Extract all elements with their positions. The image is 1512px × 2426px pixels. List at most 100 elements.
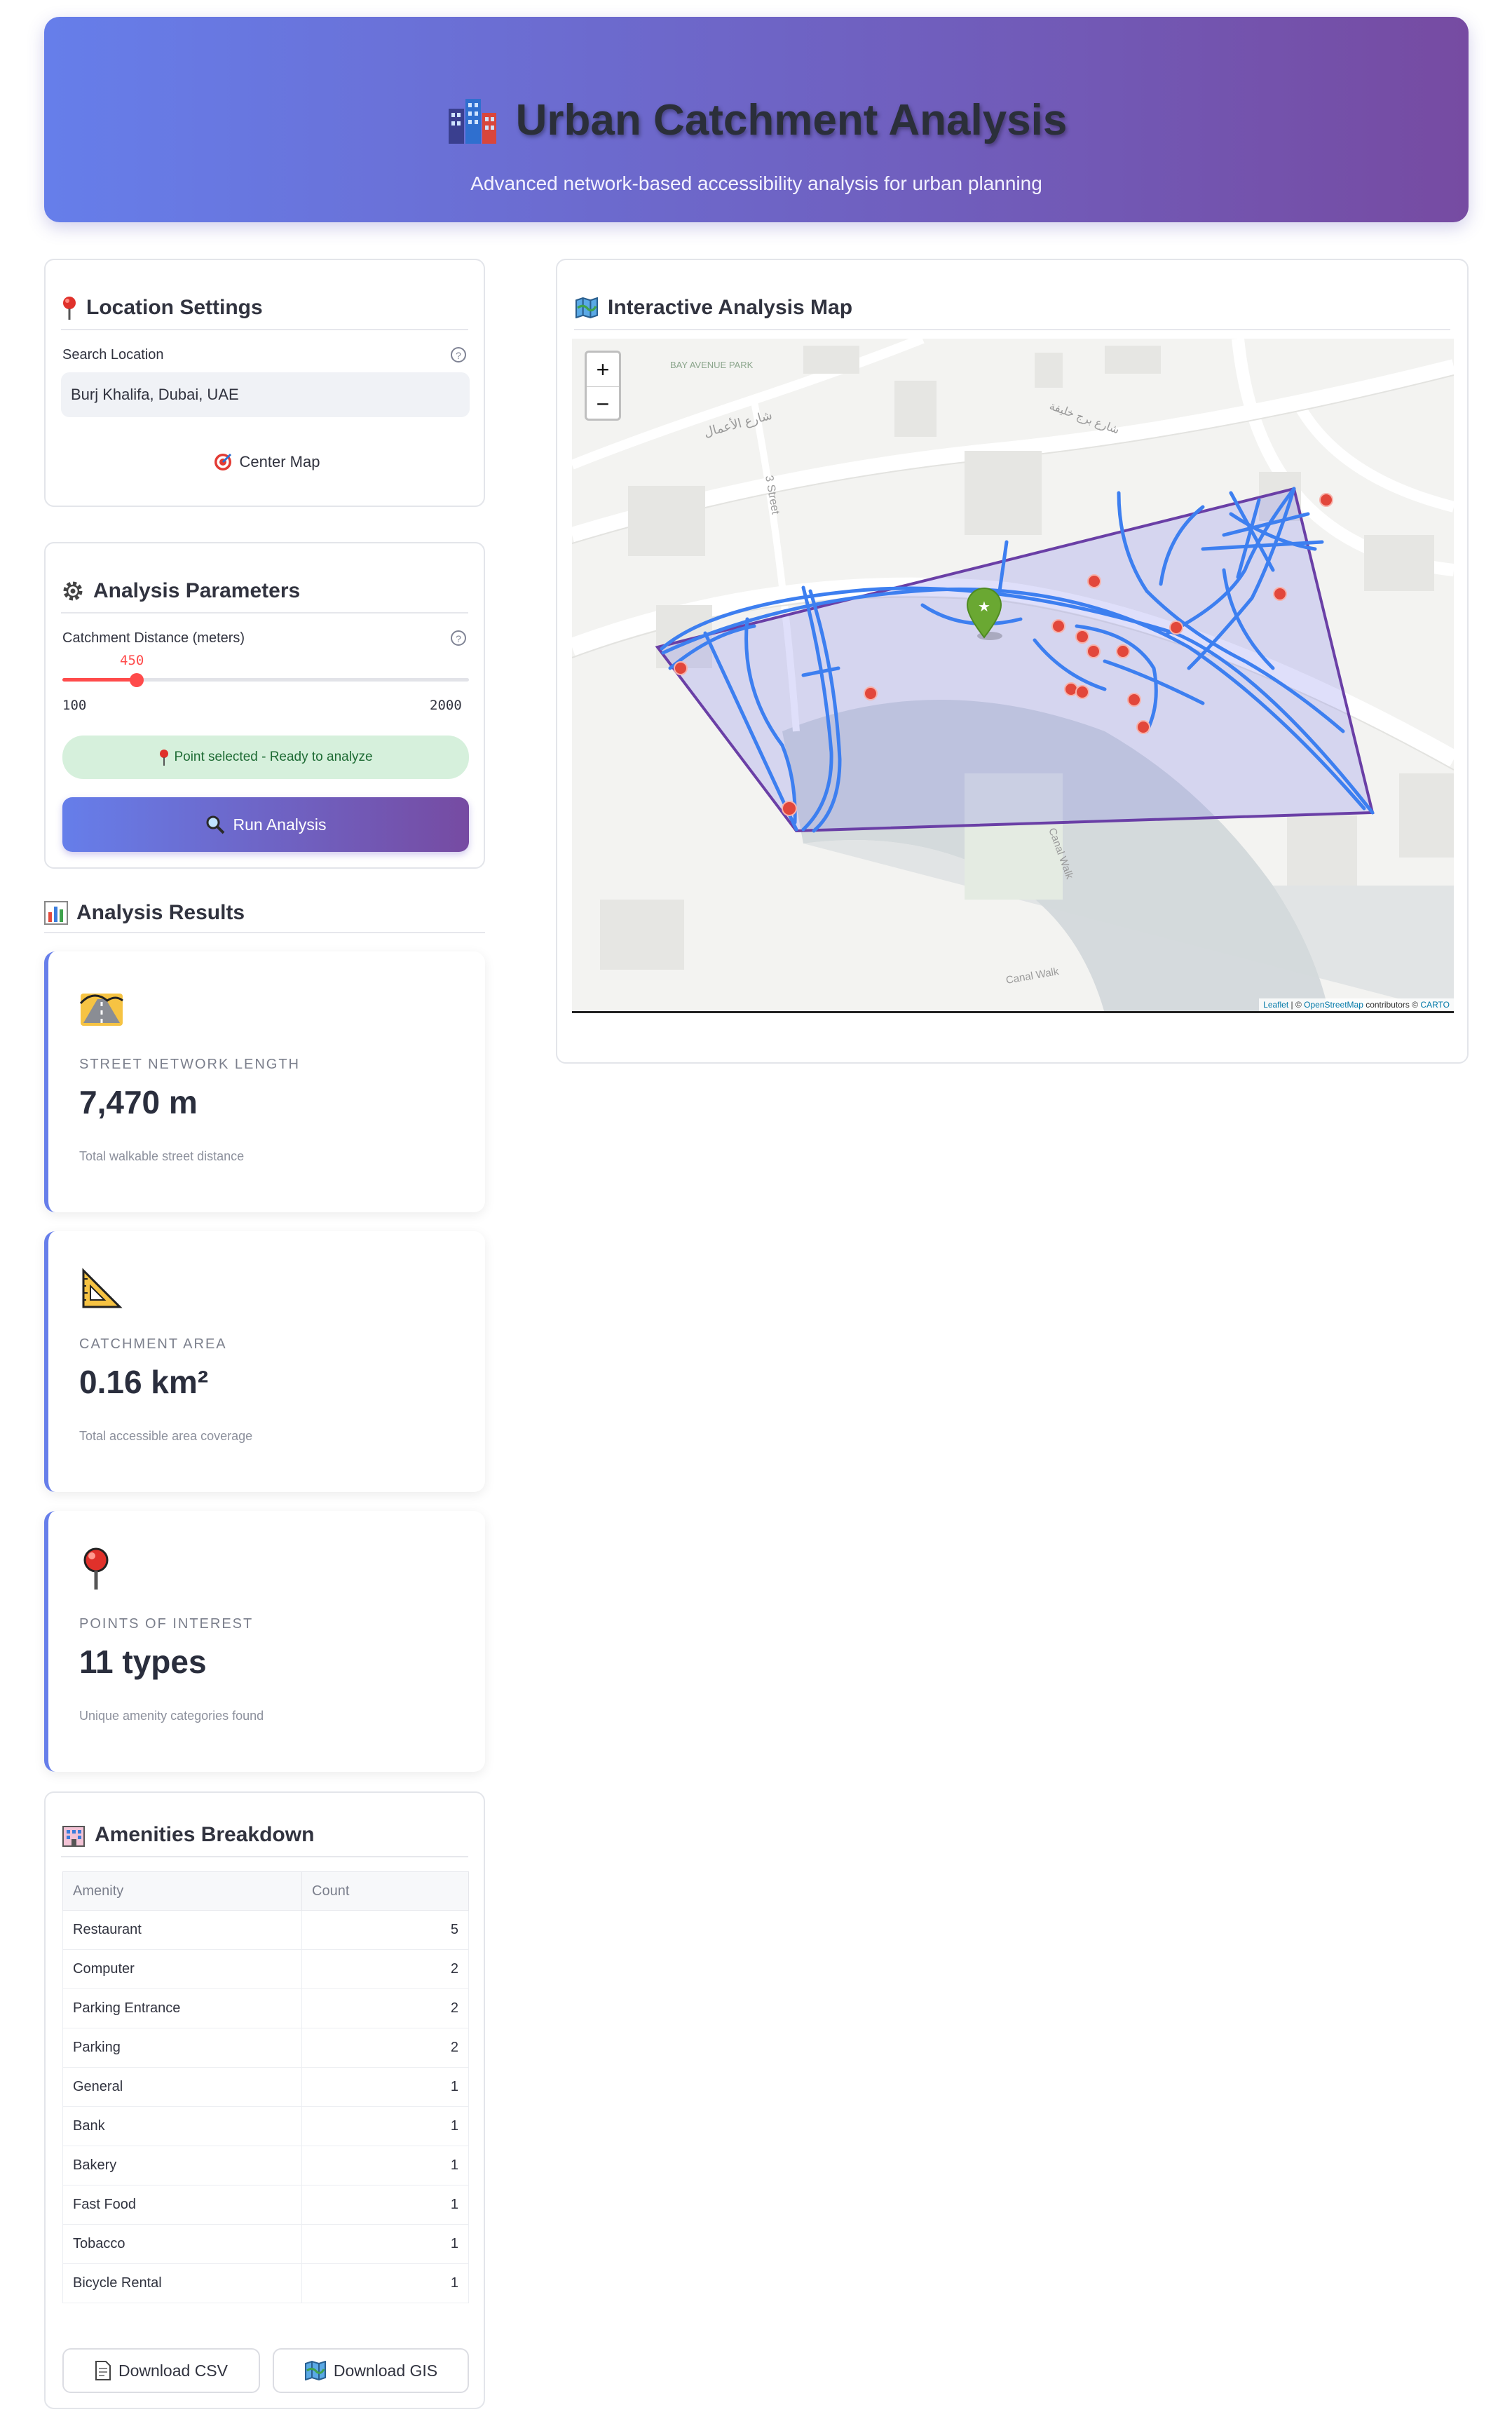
interactive-map[interactable]: BAY AVENUE PARK شارع الأعمال 3 Street شا… (572, 339, 1454, 1013)
search-location-label: Search Location (62, 347, 164, 362)
table-row[interactable]: Parking 2 (62, 2028, 469, 2068)
document-icon (95, 2361, 111, 2380)
amenity-count-cell: 5 (301, 1910, 469, 1950)
download-csv-label: Download CSV (118, 2361, 228, 2380)
poi-marker (1127, 693, 1141, 707)
zoom-out-button[interactable]: − (587, 387, 619, 421)
amenity-count-cell: 2 (301, 1949, 469, 1989)
table-row[interactable]: Restaurant 5 (62, 1910, 469, 1950)
star-icon: ★ (978, 598, 990, 615)
amenity-count-cell: 1 (301, 2146, 469, 2186)
table-header-row: Amenity Count (62, 1871, 469, 1911)
distance-slider-thumb[interactable] (130, 673, 144, 687)
amenity-count-cell: 1 (301, 2263, 469, 2303)
zoom-in-button[interactable]: + (587, 353, 619, 387)
catchment-distance-label: Catchment Distance (meters) (62, 630, 245, 646)
download-gis-button[interactable]: Download GIS (273, 2348, 469, 2393)
table-row[interactable]: Bakery 1 (62, 2146, 469, 2186)
help-icon[interactable]: ? (451, 347, 466, 362)
pushpin-icon (63, 297, 76, 320)
attribution-text: contributors © (1363, 1000, 1421, 1010)
column-header-count[interactable]: Count (301, 1871, 469, 1911)
amenities-title: Amenities Breakdown (95, 1823, 315, 1846)
amenity-count-cell: 2 (301, 2028, 469, 2068)
run-analysis-label: Run Analysis (233, 815, 327, 834)
pushpin-icon (83, 1547, 109, 1590)
amenity-count-cell: 1 (301, 2224, 469, 2264)
table-row[interactable]: Tobacco 1 (62, 2224, 469, 2264)
amenity-name-cell: Bakery (62, 2146, 302, 2186)
amenities-heading: Amenities Breakdown (61, 1814, 468, 1857)
attribution-osm-link[interactable]: OpenStreetMap (1304, 1000, 1363, 1010)
slider-value: 450 (120, 653, 144, 668)
download-csv-button[interactable]: Download CSV (62, 2348, 260, 2393)
analysis-results-title: Analysis Results (76, 901, 245, 924)
status-text: Point selected - Ready to analyze (174, 750, 373, 764)
attribution-separator: | © (1288, 1000, 1305, 1010)
poi-marker (1273, 587, 1287, 601)
run-analysis-button[interactable]: Run Analysis (62, 797, 469, 852)
poi-marker (864, 686, 878, 700)
amenity-count-cell: 1 (301, 2106, 469, 2146)
analysis-parameters-card: Analysis Parameters Catchment Distance (… (44, 542, 485, 869)
slider-max: 2000 (430, 698, 462, 713)
center-map-button[interactable]: Center Map (172, 442, 361, 482)
table-row[interactable]: Fast Food 1 (62, 2185, 469, 2225)
location-settings-title: Location Settings (86, 296, 263, 319)
map-canvas[interactable]: BAY AVENUE PARK شارع الأعمال 3 Street شا… (572, 339, 1454, 1013)
map-title: Interactive Analysis Map (608, 296, 853, 319)
amenity-count-cell: 1 (301, 2067, 469, 2107)
poi-marker (1319, 493, 1333, 507)
column-header-amenity[interactable]: Amenity (62, 1871, 302, 1911)
table-row[interactable]: General 1 (62, 2067, 469, 2107)
metric-value: 7,470 m (79, 1084, 198, 1120)
download-gis-label: Download GIS (333, 2361, 438, 2380)
amenities-table-body: Restaurant 5 Computer 2 Parking Entrance 2 Par… (62, 1910, 469, 2303)
amenity-name-cell: Bank (62, 2106, 302, 2146)
amenity-count-cell: 2 (301, 1988, 469, 2028)
poi-marker (1075, 685, 1089, 699)
poi-marker (1136, 720, 1150, 734)
poi-marker (1087, 644, 1101, 658)
map-icon (304, 2361, 326, 2380)
table-row[interactable]: Parking Entrance 2 (62, 1988, 469, 2028)
metric-description: Total walkable street distance (79, 1149, 245, 1163)
amenity-name-cell: Parking (62, 2028, 302, 2068)
map-attribution: Leaflet | © OpenStreetMap contributors ©… (1259, 998, 1454, 1011)
analysis-parameters-heading: Analysis Parameters (61, 570, 468, 614)
poi-marker (1087, 574, 1101, 588)
gear-icon (63, 581, 83, 601)
hotel-building-icon (62, 1826, 85, 1847)
attribution-leaflet-link[interactable]: Leaflet (1263, 1000, 1288, 1010)
target-icon (214, 453, 231, 470)
help-icon[interactable]: ? (451, 630, 466, 646)
map-label-park: BAY AVENUE PARK (670, 360, 754, 370)
app-header: Urban Catchment Analysis Advanced networ… (44, 17, 1469, 222)
distance-slider-fill (62, 678, 137, 682)
table-row[interactable]: Bicycle Rental 1 (62, 2263, 469, 2303)
metric-label: POINTS OF INTEREST (79, 1616, 254, 1632)
metric-label: STREET NETWORK LENGTH (79, 1057, 300, 1072)
amenity-name-cell: Fast Food (62, 2185, 302, 2225)
city-buildings-icon (448, 99, 496, 144)
page-subtitle: Advanced network-based accessibility ana… (470, 172, 1042, 194)
road-icon (79, 994, 123, 1026)
zoom-control: + − (585, 351, 621, 421)
attribution-carto-link[interactable]: CARTO (1420, 1000, 1450, 1010)
magnifier-icon (206, 815, 224, 834)
search-location-input[interactable]: Burj Khalifa, Dubai, UAE (61, 372, 470, 417)
amenity-name-cell: Bicycle Rental (62, 2263, 302, 2303)
amenity-name-cell: Tobacco (62, 2224, 302, 2264)
poi-marker (1116, 644, 1130, 658)
amenity-name-cell: Computer (62, 1949, 302, 1989)
metric-label: CATCHMENT AREA (79, 1336, 227, 1352)
table-row[interactable]: Bank 1 (62, 2106, 469, 2146)
poi-marker (674, 661, 688, 675)
amenities-breakdown-card: Amenities Breakdown Amenity Count Restau… (44, 1791, 485, 2409)
metric-value: 11 types (79, 1644, 207, 1680)
table-row[interactable]: Computer 2 (62, 1949, 469, 1989)
amenities-table-container[interactable]: Amenity Count Restaurant 5 Computer 2 Parkin… (62, 1871, 469, 2331)
poi-marker (782, 801, 797, 816)
slider-min: 100 (62, 698, 87, 713)
metric-card-catchment-area: CATCHMENT AREA 0.16 km² Total accessible… (44, 1231, 485, 1492)
